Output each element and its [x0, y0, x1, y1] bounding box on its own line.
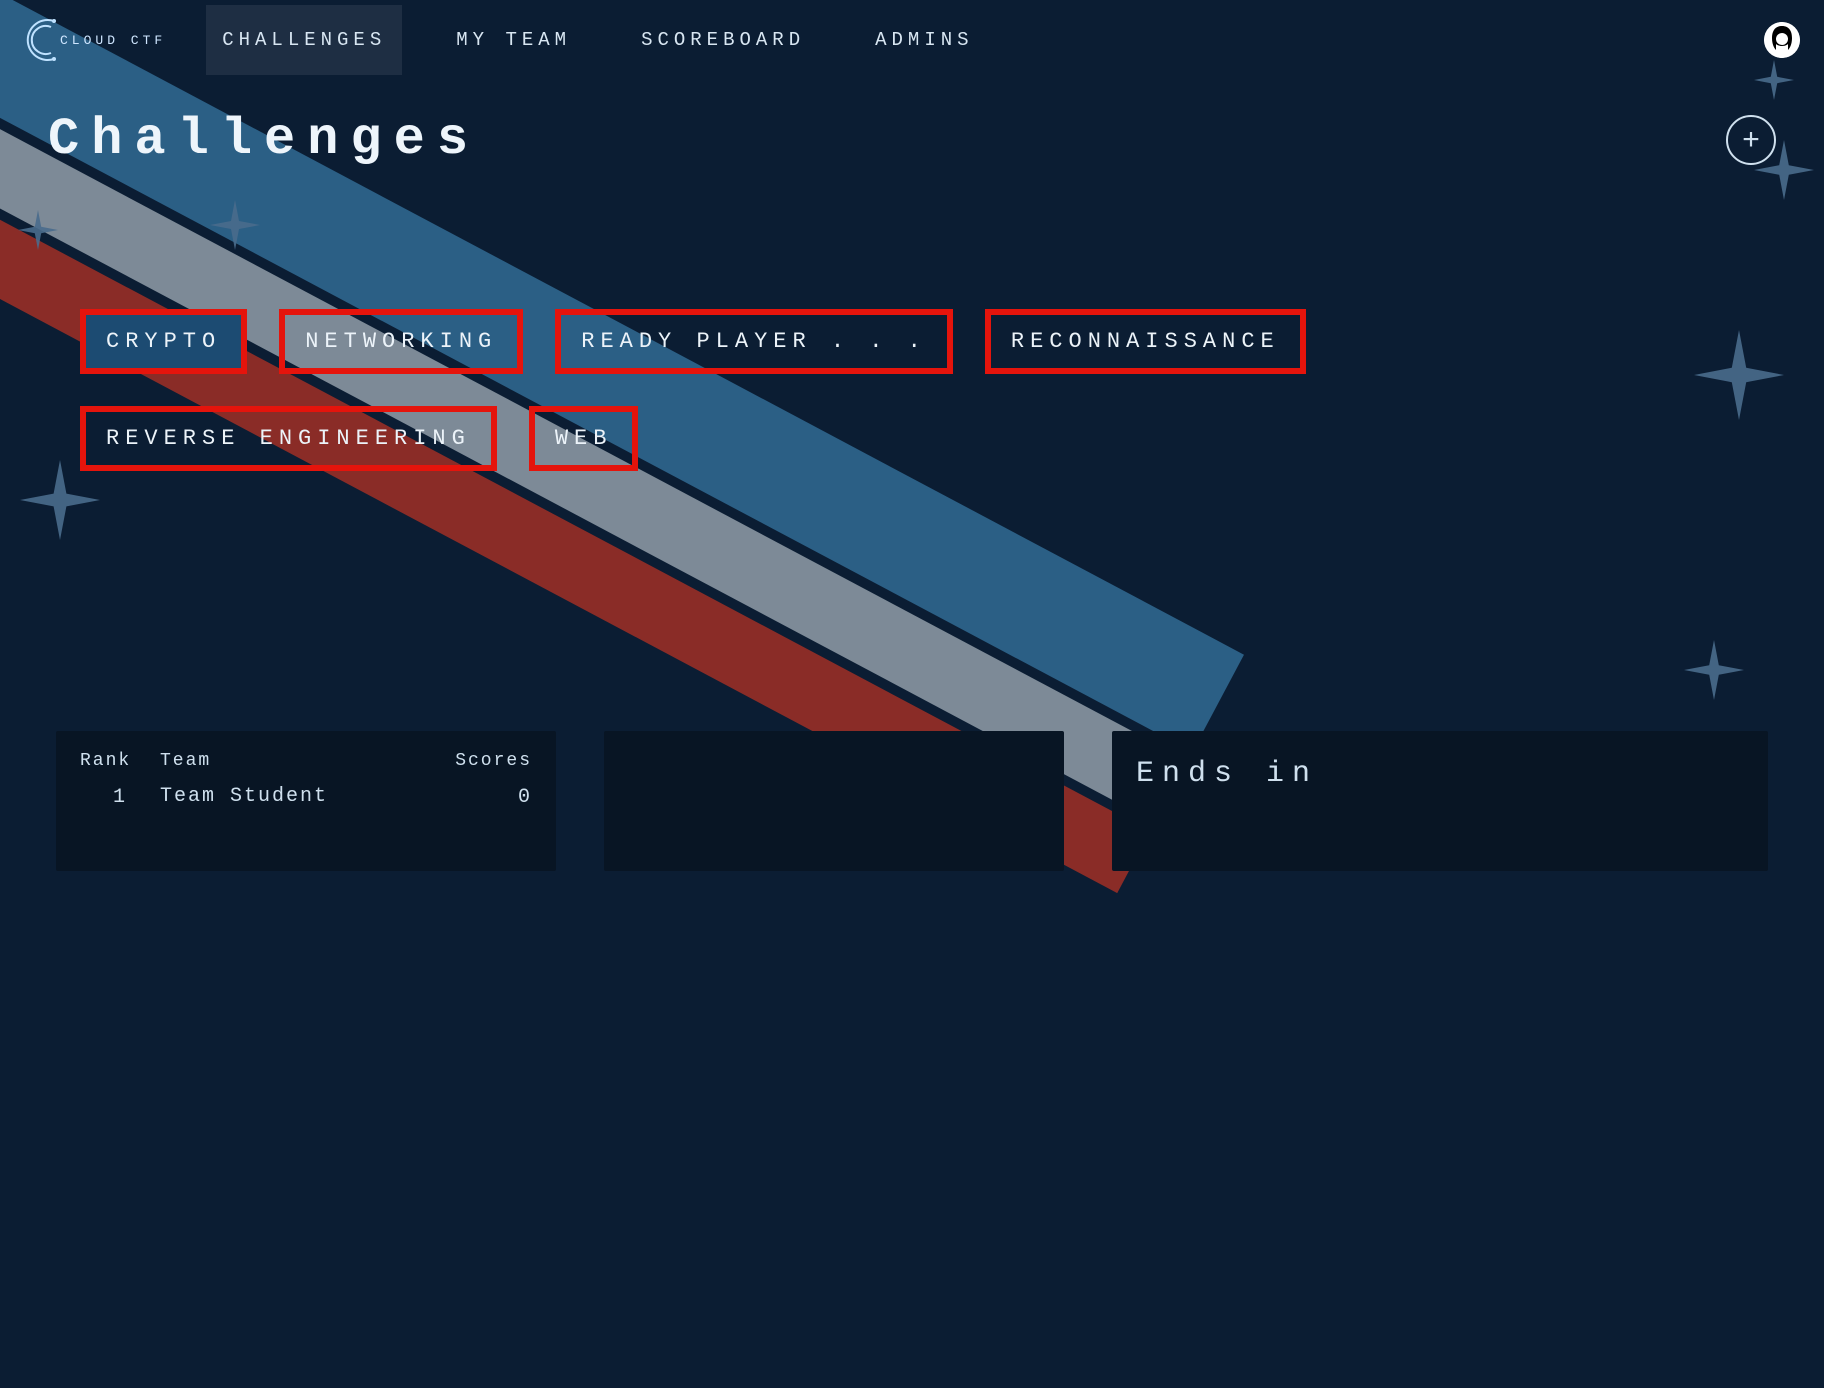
nav-admins[interactable]: ADMINS — [859, 5, 989, 75]
brand-logo[interactable]: CLOUD CTF — [24, 15, 166, 65]
cell-rank: 1 — [80, 786, 160, 809]
category-ready-player[interactable]: READY PLAYER . . . — [555, 309, 953, 374]
scoreboard-header: Rank Team Scores — [80, 751, 532, 785]
table-row: 1 Team Student 0 — [80, 785, 532, 809]
middle-panel — [604, 731, 1064, 871]
nav-challenges[interactable]: CHALLENGES — [206, 5, 402, 75]
avatar[interactable] — [1764, 22, 1800, 58]
nav-my-team[interactable]: MY TEAM — [440, 5, 587, 75]
header: CLOUD CTF CHALLENGES MY TEAM SCOREBOARD … — [0, 0, 1824, 70]
bottom-panels: Rank Team Scores 1 Team Student 0 Ends i… — [0, 471, 1824, 871]
col-team: Team — [160, 751, 412, 771]
cell-score: 0 — [412, 786, 532, 809]
cell-team: Team Student — [160, 785, 412, 809]
avatar-icon — [1764, 22, 1800, 58]
category-reconnaissance[interactable]: RECONNAISSANCE — [985, 309, 1306, 374]
add-button[interactable]: + — [1726, 115, 1776, 165]
category-crypto[interactable]: CRYPTO — [80, 309, 247, 374]
col-scores: Scores — [412, 751, 532, 771]
plus-icon: + — [1742, 125, 1760, 155]
category-list: CRYPTO NETWORKING READY PLAYER . . . REC… — [0, 189, 1824, 471]
category-web[interactable]: WEB — [529, 406, 639, 471]
page-title: Challenges — [48, 110, 480, 169]
scoreboard-panel: Rank Team Scores 1 Team Student 0 — [56, 731, 556, 871]
category-reverse-engineering[interactable]: REVERSE ENGINEERING — [80, 406, 497, 471]
top-nav: CHALLENGES MY TEAM SCOREBOARD ADMINS — [206, 5, 989, 75]
timer-label: Ends in — [1136, 751, 1744, 801]
brand-name: CLOUD CTF — [60, 33, 166, 48]
category-networking[interactable]: NETWORKING — [279, 309, 523, 374]
title-row: Challenges + — [0, 70, 1824, 189]
col-rank: Rank — [80, 751, 160, 771]
timer-panel: Ends in — [1112, 731, 1768, 871]
nav-scoreboard[interactable]: SCOREBOARD — [625, 5, 821, 75]
logo-icon — [24, 15, 62, 65]
